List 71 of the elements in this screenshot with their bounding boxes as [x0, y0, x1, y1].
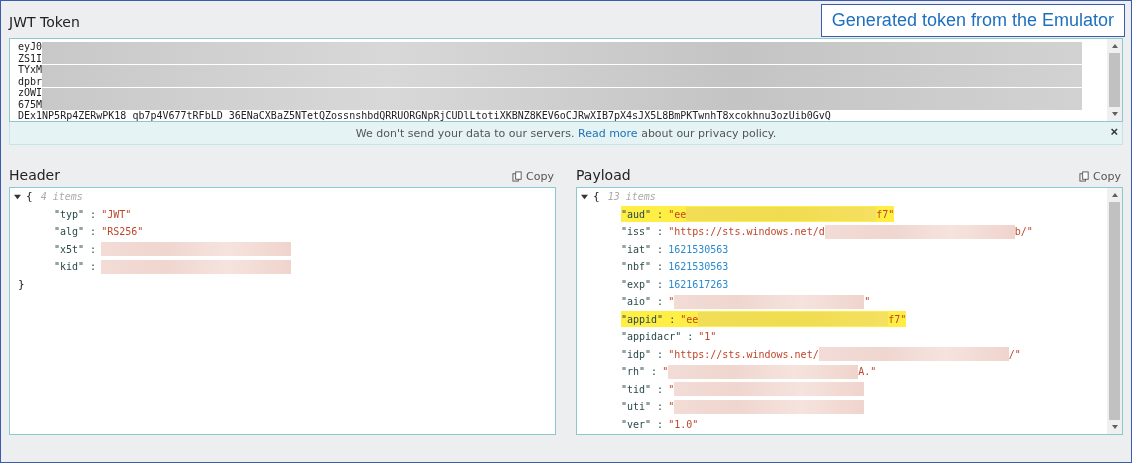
json-key: "appidacr" : [621, 331, 694, 343]
json-key: "typ" : [54, 208, 97, 220]
json-key: "aio" : [621, 296, 664, 308]
json-key: "ver" : [621, 418, 664, 430]
expand-caret-icon[interactable] [581, 193, 588, 201]
json-value: 1621617263 [668, 278, 729, 290]
panel-title: Header [9, 167, 60, 183]
privacy-text: about our privacy policy. [641, 126, 777, 140]
token-text: TYxM [18, 64, 1083, 76]
json-value: " [864, 296, 871, 308]
json-value: "1" [698, 331, 717, 343]
expand-caret-icon[interactable] [14, 193, 21, 201]
token-text: zOWI [18, 87, 1083, 99]
read-more-link[interactable]: Read more [578, 126, 638, 140]
json-value: "https://sts.windows.net/ [668, 348, 819, 360]
scroll-up-icon[interactable] [1110, 192, 1119, 198]
token-field[interactable]: eyJ0 ZS1I TYxM dpbr zOWI 675M DEx1NP5Rp4ZERwPK18_qb7p4V677tRFbLD_36ENaCXBaZ5NTetQZossnshbdQRRUORGNpRjCUDlLtotiXKBNZ8KEV6oCJRwXIB7pX4sJX5L8BmPKTwnhT8xcokhnu3ozUib0GvQ [9, 38, 1123, 122]
token-text: dpbr [18, 75, 1083, 87]
json-key: "iss" : [621, 226, 664, 238]
section-title: JWT Token [9, 14, 80, 30]
privacy-text: We don't send your data to our servers. [355, 126, 575, 140]
token-text: DEx1NP5Rp4ZERwPK18_qb7p4V677tRFbLD_36ENaCXBaZ5NTetQZossnshbdQRRUORGNpRjCUDlLtotiXKBNZ8KEV6oCJRwXIB7pX4sJX5L8BmPKTwnhT8xcokhnu3ozUib0GvQ [18, 110, 831, 121]
panel-title: Payload [576, 167, 631, 183]
json-key: "kid" : [54, 261, 97, 273]
json-value: 1621530563 [668, 243, 729, 255]
json-value: " [662, 366, 669, 378]
scroll-down-icon[interactable] [1110, 111, 1119, 117]
scrollbar[interactable] [1107, 188, 1122, 434]
json-key: "exp" : [621, 278, 664, 290]
json-value: "https://sts.windows.net/d [668, 226, 825, 238]
copy-icon [512, 171, 524, 182]
scroll-down-icon[interactable] [1110, 424, 1119, 430]
callout-label: Generated token from the Emulator [820, 4, 1125, 37]
json-key: "uti" : [621, 401, 664, 413]
json-value: "JWT" [101, 208, 132, 220]
brace: { [26, 190, 33, 204]
json-value: f7" [888, 313, 907, 325]
json-value: A." [858, 366, 877, 378]
json-key: "aud" : [621, 208, 664, 220]
json-key: "idp" : [621, 348, 664, 360]
item-count: 4 items [40, 191, 83, 203]
json-value: "1.0" [668, 418, 699, 430]
json-key: "rh" : [621, 366, 658, 378]
item-count: 13 items [607, 191, 656, 203]
json-key: "x5t" : [54, 243, 97, 255]
json-key: "appid" : [621, 313, 676, 325]
token-text: 675M [18, 98, 1083, 110]
scroll-up-icon[interactable] [1110, 43, 1119, 49]
json-value: " [668, 296, 675, 308]
json-key: "tid" : [621, 383, 664, 395]
json-value: " [668, 383, 675, 395]
json-value: /" [1008, 348, 1021, 360]
json-value: "ee [680, 313, 699, 325]
json-value: 1621530563 [668, 261, 729, 273]
json-key: "iat" : [621, 243, 664, 255]
token-text: eyJ0 [18, 41, 1083, 53]
json-key: "alg" : [54, 226, 97, 238]
brace: { [593, 190, 600, 204]
close-button[interactable]: × [1110, 125, 1118, 139]
copy-button[interactable]: Copy [1079, 170, 1121, 183]
copy-button[interactable]: Copy [512, 170, 554, 183]
json-value: "ee [668, 208, 687, 220]
json-value: b/" [1014, 226, 1033, 238]
scrollbar[interactable] [1107, 39, 1122, 121]
brace: } [18, 277, 25, 291]
copy-icon [1079, 171, 1091, 182]
json-value: " [668, 401, 675, 413]
json-value: "RS256" [101, 226, 144, 238]
json-key: "nbf" : [621, 261, 664, 273]
json-value: f7" [876, 208, 895, 220]
token-text: ZS1I [18, 52, 1083, 64]
